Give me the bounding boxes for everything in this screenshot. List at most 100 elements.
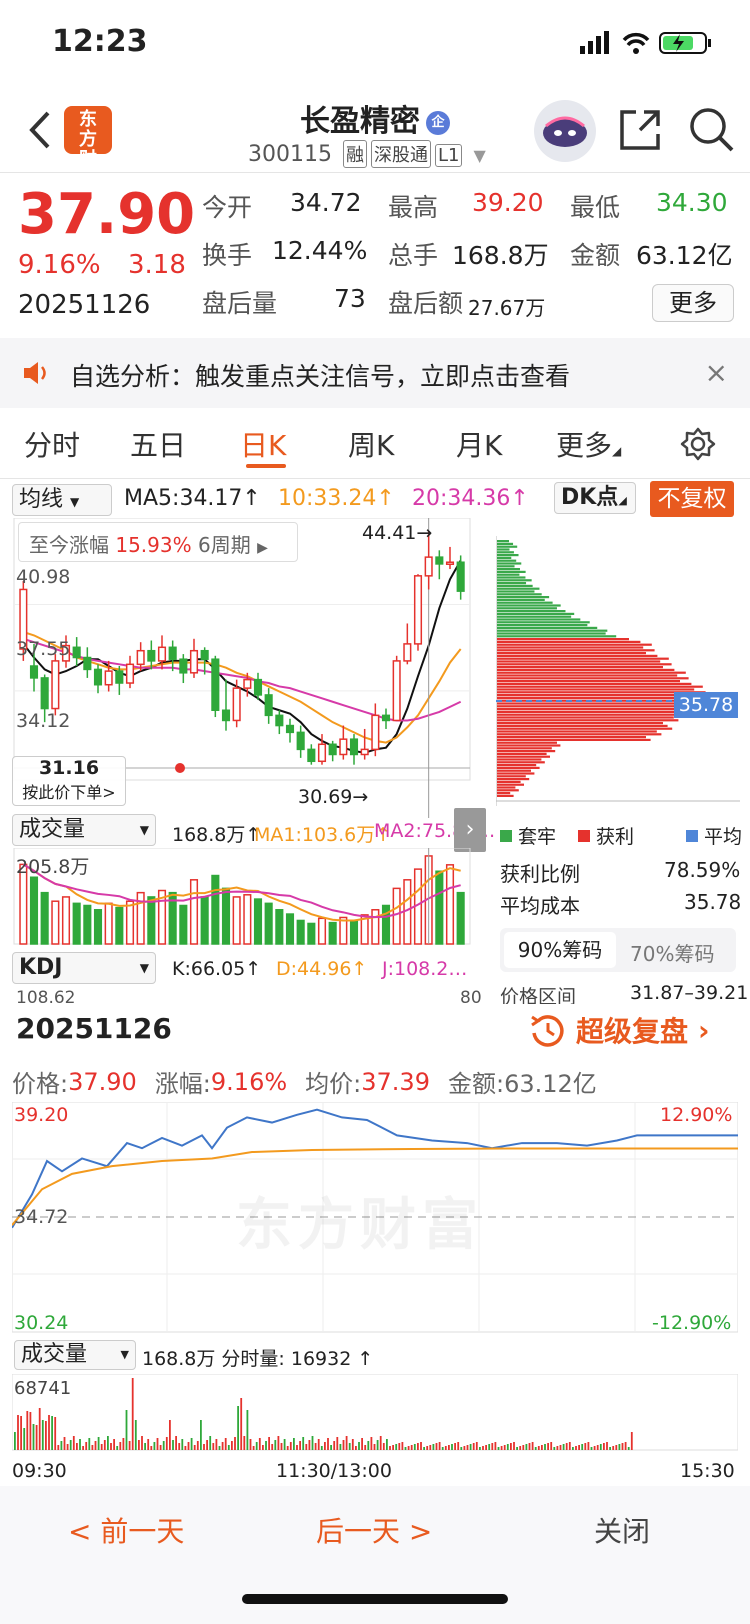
- tab-five-day[interactable]: 五日: [130, 424, 186, 464]
- stock-subtitle[interactable]: 300115 融深股通 L1 ▼: [248, 140, 486, 168]
- low-label: 最低: [570, 193, 621, 222]
- chip-bar: [497, 680, 680, 683]
- chip-bar: [497, 660, 661, 663]
- tab-daily-k[interactable]: 日K: [240, 424, 286, 464]
- more-quote-button[interactable]: 更多: [652, 284, 734, 322]
- order-at-price-box[interactable]: 31.16 按此价下单>: [12, 756, 126, 806]
- chip-bar: [497, 758, 542, 761]
- chip-bar: [497, 780, 521, 783]
- tabs-divider: [0, 478, 750, 479]
- candle-body: [371, 714, 380, 751]
- assistant-avatar[interactable]: [534, 100, 596, 162]
- kdj-j: J:108.2…: [382, 958, 468, 980]
- intraday-volume-bar: [621, 1443, 624, 1450]
- next-day-button[interactable]: 后一天 >: [316, 1510, 432, 1550]
- tab-chip-70[interactable]: 70%筹码: [630, 938, 714, 967]
- chip-distribution-chart[interactable]: [496, 536, 740, 806]
- intraday-volume-bar: [519, 1446, 522, 1450]
- volume-bar: [125, 900, 135, 945]
- intraday-volume-bar: [463, 1446, 466, 1450]
- intraday-volume-bar: [271, 1444, 274, 1450]
- intraday-volume-bar: [522, 1445, 525, 1450]
- replay-date: 20251126: [16, 1012, 172, 1045]
- search-button[interactable]: [688, 106, 734, 156]
- intraday-volume-select[interactable]: 成交量 ▼: [14, 1340, 136, 1370]
- intraday-volume-bar: [227, 1445, 230, 1450]
- chip-bar: [497, 548, 510, 551]
- tab-monthly-k[interactable]: 月K: [456, 424, 502, 464]
- intraday-volume-chart: [12, 1374, 738, 1451]
- close-button[interactable]: 关闭: [594, 1510, 650, 1550]
- intraday-volume-bar: [119, 1442, 122, 1450]
- intraday-volume-bar: [302, 1437, 305, 1450]
- replay-amount: 63.12亿: [504, 1070, 597, 1098]
- price-tick-3: 34.12: [16, 710, 71, 732]
- chip-bar: [497, 610, 566, 613]
- turnover-label: 换手: [202, 241, 253, 270]
- intraday-volume-bar: [615, 1445, 618, 1450]
- chip-bar: [497, 663, 672, 666]
- volume-value: 168.8万: [452, 241, 549, 270]
- intraday-volume-bar: [513, 1442, 515, 1450]
- tab-weekly-k[interactable]: 周K: [348, 424, 394, 464]
- ma5-line: [22, 560, 462, 754]
- intraday-volume-bar: [82, 1446, 84, 1450]
- chip-bar: [497, 545, 518, 548]
- replay-price: 37.90: [68, 1067, 137, 1096]
- expand-panel-button[interactable]: ›: [454, 808, 486, 852]
- chip-bar: [497, 598, 545, 601]
- intraday-volume-bar: [345, 1436, 348, 1450]
- time-end: 15:30: [680, 1460, 735, 1482]
- intraday-top-pct: 12.90%: [660, 1104, 733, 1126]
- chip-bar: [497, 632, 606, 635]
- intraday-volume-bar: [193, 1445, 196, 1450]
- chip-bar: [497, 638, 629, 641]
- intraday-volume-bar: [541, 1445, 543, 1450]
- settings-gear-icon[interactable]: [680, 426, 716, 462]
- intraday-volume-bar: [404, 1447, 407, 1450]
- candle-body: [445, 561, 455, 565]
- notice-close-button[interactable]: ×: [705, 356, 728, 389]
- notice-text[interactable]: 自选分析：触发重点关注信号，立即点击查看: [70, 357, 570, 393]
- open-label: 今开: [202, 193, 253, 222]
- chip-bar: [497, 794, 514, 797]
- chip-legend: 套牢 获利 平均: [500, 822, 742, 849]
- candle-body: [83, 656, 92, 671]
- volume-bar: [253, 898, 263, 945]
- turnover-value: 12.44%: [272, 236, 368, 265]
- share-button[interactable]: [618, 108, 662, 156]
- kdj-select[interactable]: KDJ ▼: [12, 952, 156, 984]
- adjust-type-button[interactable]: 不复权: [650, 481, 734, 517]
- time-mid: 11:30/13:00: [276, 1460, 392, 1482]
- volume-label: 总手: [388, 241, 439, 270]
- tab-intraday[interactable]: 分时: [24, 424, 80, 464]
- chip-bar: [497, 640, 641, 643]
- intraday-volume-bar: [584, 1443, 587, 1450]
- super-replay-button[interactable]: 超级复盘 ›: [528, 1010, 710, 1050]
- chip-bar: [497, 612, 575, 615]
- intraday-volume-bar: [14, 1432, 16, 1450]
- dk-point-select[interactable]: DK点◢: [554, 482, 636, 514]
- intraday-volume-bar: [401, 1442, 404, 1450]
- intraday-volume-bar: [460, 1447, 463, 1450]
- intraday-volume-bar: [97, 1437, 100, 1450]
- volume-bar: [179, 904, 188, 945]
- volume-indicator-select[interactable]: 成交量 ▼: [12, 814, 156, 846]
- intraday-volume-bar: [457, 1442, 460, 1450]
- active-tab-indicator: [246, 464, 286, 468]
- tab-chip-90[interactable]: 90%筹码: [504, 932, 616, 968]
- intraday-volume-bar: [280, 1443, 283, 1450]
- tab-more[interactable]: 更多◢: [556, 424, 621, 464]
- chip-bar: [497, 755, 550, 758]
- intraday-volume-bar: [172, 1440, 174, 1450]
- candle-body: [221, 709, 231, 722]
- range-gain-box[interactable]: 至今涨幅 15.93% 6周期 ▶: [18, 522, 298, 562]
- intraday-volume-bar: [162, 1441, 165, 1450]
- intraday-volume-bar: [531, 1442, 534, 1450]
- ma-select[interactable]: 均线 ▼: [12, 484, 112, 516]
- intraday-volume-bar: [593, 1446, 596, 1450]
- time-start: 09:30: [12, 1460, 67, 1482]
- prev-day-button[interactable]: < 前一天: [68, 1510, 184, 1550]
- volume-bar: [200, 896, 209, 945]
- intraday-volume-bar: [441, 1447, 444, 1450]
